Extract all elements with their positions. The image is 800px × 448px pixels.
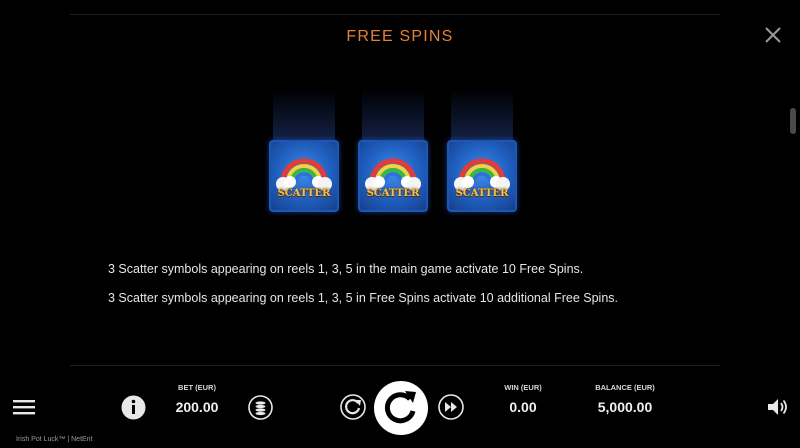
spin-button[interactable] (373, 380, 429, 441)
win-value: 0.00 (509, 399, 537, 415)
spin-icon (374, 381, 428, 435)
bottom-divider (70, 365, 720, 366)
game-footer: Irish Pot Luck™ | NetEnt (16, 436, 93, 443)
bet-label: BET (EUR) (178, 383, 216, 392)
scatter-symbols: SCATTER SCATTER SCATTER (0, 88, 800, 218)
info-button[interactable] (121, 395, 146, 425)
win-label: WIN (EUR) (504, 383, 542, 392)
rule-paragraph: 3 Scatter symbols appearing on reels 1, … (108, 262, 584, 276)
info-icon (121, 395, 146, 420)
rules-text: 3 Scatter symbols appearing on reels 1, … (108, 262, 618, 320)
autoplay-icon (340, 394, 366, 420)
fast-forward-icon (438, 394, 464, 420)
sound-button[interactable] (767, 398, 789, 421)
scatter-symbol: SCATTER (447, 140, 517, 212)
autoplay-button[interactable] (340, 394, 366, 425)
page-title: FREE SPINS (346, 28, 454, 45)
rainbow-icon (454, 158, 510, 191)
rule-paragraph: 3 Scatter symbols appearing on reels 1, … (108, 291, 619, 305)
coin-stack-icon (248, 395, 273, 420)
speaker-icon (768, 399, 787, 415)
rainbow-icon (365, 158, 421, 191)
menu-icon (13, 400, 35, 415)
close-button[interactable] (762, 24, 784, 46)
balance-label: BALANCE (EUR) (595, 383, 655, 392)
bet-settings-button[interactable] (248, 395, 273, 425)
scatter-label: SCATTER (277, 188, 331, 199)
scatter-label: SCATTER (455, 188, 509, 199)
turbo-button[interactable] (438, 394, 464, 425)
balance-value: 5,000.00 (597, 399, 653, 415)
menu-button[interactable] (13, 399, 35, 420)
scatter-symbol: SCATTER (269, 140, 339, 212)
rainbow-icon (276, 158, 332, 191)
top-divider (70, 14, 720, 15)
close-icon (765, 27, 781, 43)
scatter-label: SCATTER (366, 188, 420, 199)
bet-value: 200.00 (175, 399, 219, 415)
scatter-symbol: SCATTER (358, 140, 428, 212)
